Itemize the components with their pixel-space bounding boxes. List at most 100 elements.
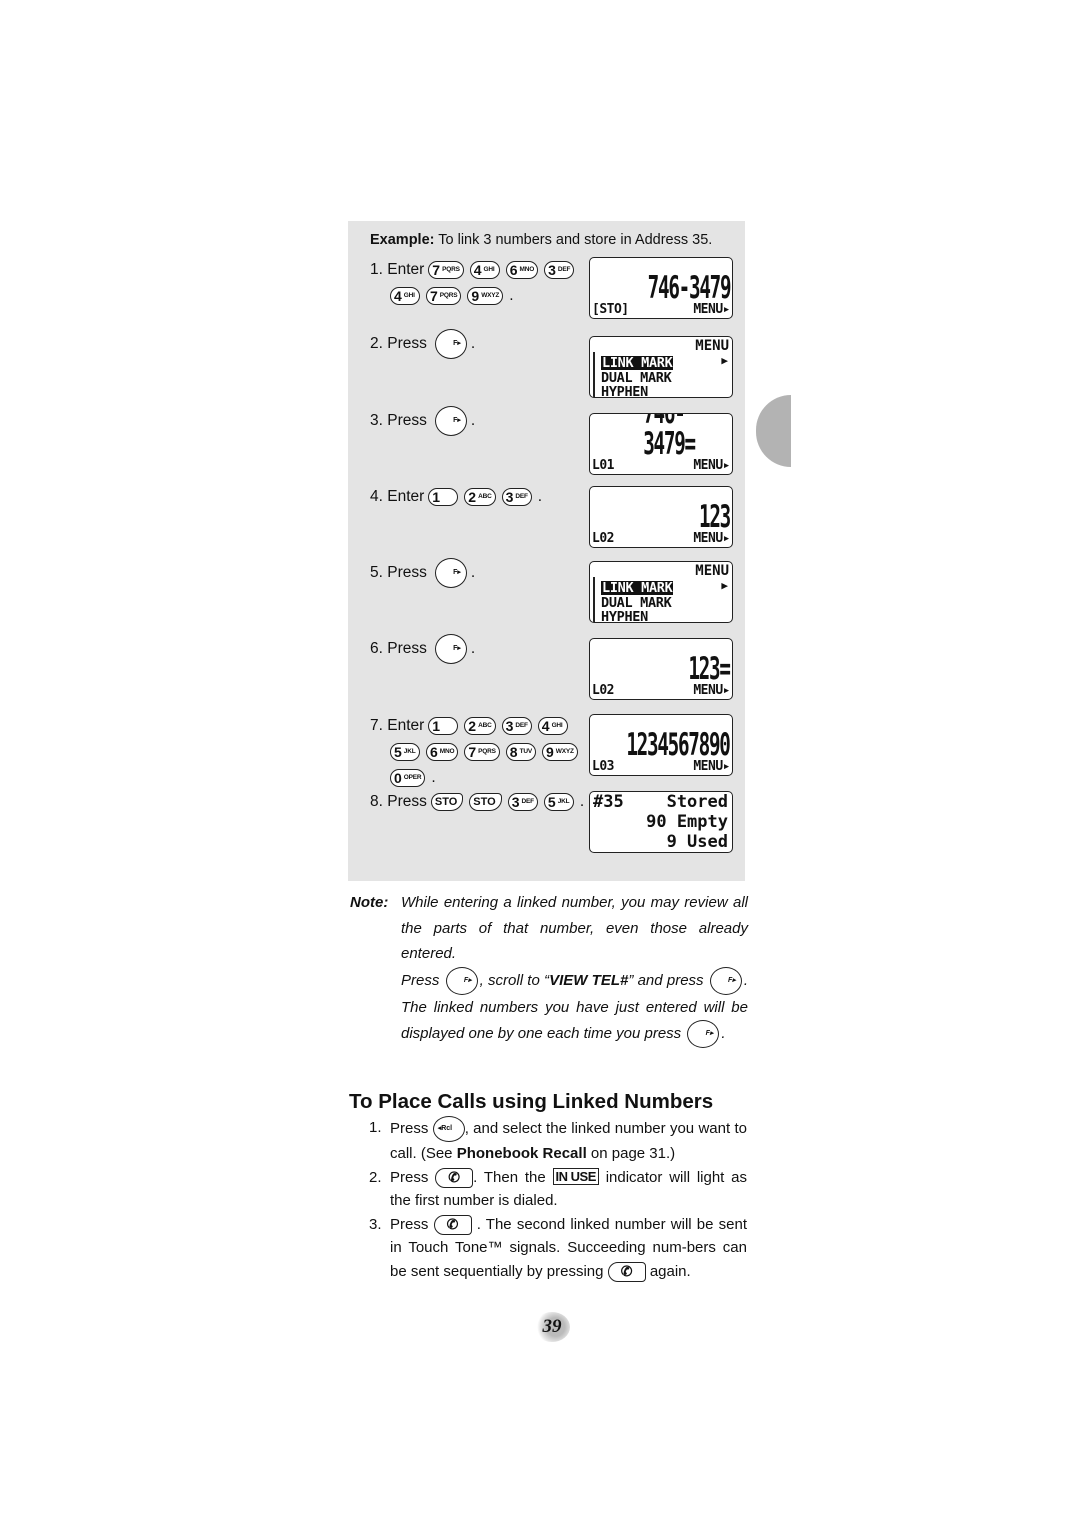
step-row: 7. Enter 1 2 ABC 3 DEF 4 GHI bbox=[370, 713, 584, 739]
step-row: 1. Enter 7 PQRS 4 GHI 6 MNO 3 DEF bbox=[370, 257, 580, 283]
step-row: 5 JKL 6 MNO 7 PQRS 8 TUV 9 WXYZ bbox=[370, 739, 584, 765]
sto-key-icon: STO bbox=[469, 793, 502, 811]
place-calls-steps: 1. Press ◂Rcl, and select the linked num… bbox=[369, 1116, 747, 1283]
key-letters: DEF bbox=[557, 265, 571, 273]
lcd-menu-item: DUAL MARK bbox=[601, 595, 672, 611]
step-row: 4 GHI 7 PQRS 9 WXYZ. bbox=[370, 283, 580, 309]
step-label: 2. Press bbox=[370, 335, 427, 352]
lcd-screen-5: MENU LINK MARK DUAL MARK HYPHEN ▶ bbox=[589, 561, 733, 623]
key-digit: 7 bbox=[468, 744, 477, 760]
note-paragraph-1: While entering a linked number, you may … bbox=[401, 894, 748, 962]
lcd-number: 746-3479= bbox=[643, 413, 696, 462]
recall-key-glyph: ◂Rcl bbox=[437, 1125, 453, 1133]
key-digit: 6 bbox=[509, 262, 518, 278]
keypad-key-6-icon: 6 MNO bbox=[426, 743, 459, 761]
in-use-indicator-icon: IN USE bbox=[552, 1167, 599, 1185]
function-key-icon: F▸ bbox=[434, 558, 467, 588]
note-text: Press bbox=[401, 971, 440, 989]
step-number: 1. bbox=[369, 1119, 382, 1136]
lcd-screen-2: MENU LINK MARK DUAL MARK HYPHEN ▶ bbox=[589, 336, 733, 398]
lcd-number: 123 bbox=[699, 499, 731, 535]
keypad-key-8-icon: 8 TUV bbox=[505, 743, 536, 761]
key-letters: JKL bbox=[403, 747, 416, 755]
lcd-menu-item: HYPHEN bbox=[601, 609, 648, 623]
lcd-softkey-menu: MENU▸ bbox=[693, 302, 730, 317]
step-text: on page 31.) bbox=[586, 1145, 676, 1162]
step-2: 2. Press F▸. bbox=[370, 329, 476, 359]
step-label: 8. Press bbox=[370, 793, 427, 810]
step-row: 5. Press F▸. bbox=[370, 558, 475, 588]
step-6: 6. Press F▸. bbox=[370, 634, 476, 664]
lcd-softkey-menu: MENU▸ bbox=[693, 531, 730, 546]
lcd-softkey-left: L01 bbox=[592, 458, 614, 473]
step-label: 5. Press bbox=[370, 564, 427, 581]
step-number: 2. bbox=[369, 1168, 382, 1186]
step-label: 6. Press bbox=[370, 640, 427, 657]
step-row: 3. Press F▸. bbox=[370, 406, 476, 436]
step-label: 4. Enter bbox=[370, 488, 425, 505]
lcd-menu-arrow-icon: ▶ bbox=[721, 579, 728, 592]
lcd-menu-item: LINK MARK bbox=[601, 355, 674, 371]
lcd-menu-title: MENU bbox=[695, 338, 729, 354]
key-digit: 6 bbox=[430, 744, 438, 760]
key-letters: ABC bbox=[478, 492, 492, 500]
key-digit: 0 bbox=[394, 770, 402, 786]
lcd-menu-list: LINK MARK DUAL MARK HYPHEN bbox=[593, 577, 674, 623]
key-letters: MNO bbox=[439, 747, 455, 755]
section-title: To Place Calls using Linked Numbers bbox=[349, 1090, 714, 1113]
lcd-screen-1: 746-3479 [STO] MENU▸ bbox=[589, 257, 733, 319]
lcd-status-text: 9 Used bbox=[666, 832, 728, 852]
lcd-status-text: Stored bbox=[666, 792, 728, 812]
note-text: . bbox=[721, 1024, 726, 1042]
key-digit: 4 bbox=[541, 718, 550, 734]
keypad-key-1-icon: 1 bbox=[428, 717, 459, 735]
key-digit: 7 bbox=[430, 288, 438, 304]
keypad-key-9-icon: 9 WXYZ bbox=[467, 287, 504, 305]
lcd-menu-item: DUAL MARK bbox=[601, 370, 672, 386]
keypad-key-6-icon: 6 MNO bbox=[505, 261, 539, 279]
key-digit: 3 bbox=[505, 718, 514, 734]
step-text: . Then the bbox=[473, 1168, 546, 1186]
note-block: Note: While entering a linked number, yo… bbox=[350, 890, 748, 1048]
function-key-icon: F▸ bbox=[434, 329, 467, 359]
call-step: 3. Press ✆ . The second linked number wi… bbox=[369, 1213, 747, 1284]
key-digit: 2 bbox=[468, 489, 477, 505]
talk-key-icon: ✆ bbox=[433, 1214, 472, 1235]
key-letters: DEF bbox=[515, 492, 528, 500]
key-digit: 1 bbox=[432, 489, 441, 505]
step-period: . bbox=[470, 640, 476, 657]
talk-key-icon: ✆ bbox=[607, 1261, 646, 1282]
step-5: 5. Press F▸. bbox=[370, 558, 475, 588]
keypad-key-5-icon: 5 JKL bbox=[390, 743, 420, 761]
keypad-key-5-icon: 5 JKL bbox=[543, 793, 574, 811]
lcd-number: 1234567890 bbox=[626, 727, 732, 763]
sto-key-icon: STO bbox=[430, 793, 464, 811]
key-letters: WXYZ bbox=[555, 747, 574, 755]
keypad-key-9-icon: 9 WXYZ bbox=[542, 743, 578, 761]
function-key-icon: F▸ bbox=[434, 406, 467, 436]
function-key-icon: F▸ bbox=[709, 966, 742, 995]
step-label: 1. Enter bbox=[370, 261, 425, 278]
example-label: Example: bbox=[370, 232, 435, 248]
step-period: . bbox=[470, 412, 476, 429]
step-text: Press bbox=[390, 1168, 429, 1186]
step-label: 3. Press bbox=[370, 412, 427, 429]
step-period: . bbox=[470, 335, 476, 352]
note-label: Note: bbox=[350, 894, 389, 911]
lcd-softkey-left: L03 bbox=[592, 759, 614, 774]
key-letters: GHI bbox=[551, 721, 563, 729]
step-row: 0 OPER. bbox=[370, 765, 584, 791]
key-digit: 9 bbox=[471, 288, 480, 304]
lcd-screen-8: #35 Stored 90 Empty 9 Used bbox=[589, 791, 733, 853]
key-letters: PQRS bbox=[439, 291, 458, 299]
note-text: , scroll to “ bbox=[479, 971, 550, 989]
key-letters: DEF bbox=[515, 721, 528, 729]
key-digit: 3 bbox=[548, 262, 556, 278]
key-digit: 1 bbox=[432, 718, 441, 734]
keypad-key-3-icon: 3 DEF bbox=[501, 488, 532, 506]
lcd-menu-list: LINK MARK DUAL MARK HYPHEN bbox=[593, 352, 674, 397]
keypad-key-3-icon: 3 DEF bbox=[544, 261, 575, 279]
call-step: 2. Press ✆. Then the IN USE indicator wi… bbox=[369, 1166, 747, 1213]
key-letters: GHI bbox=[483, 265, 495, 273]
key-letters: DEF bbox=[521, 797, 535, 805]
